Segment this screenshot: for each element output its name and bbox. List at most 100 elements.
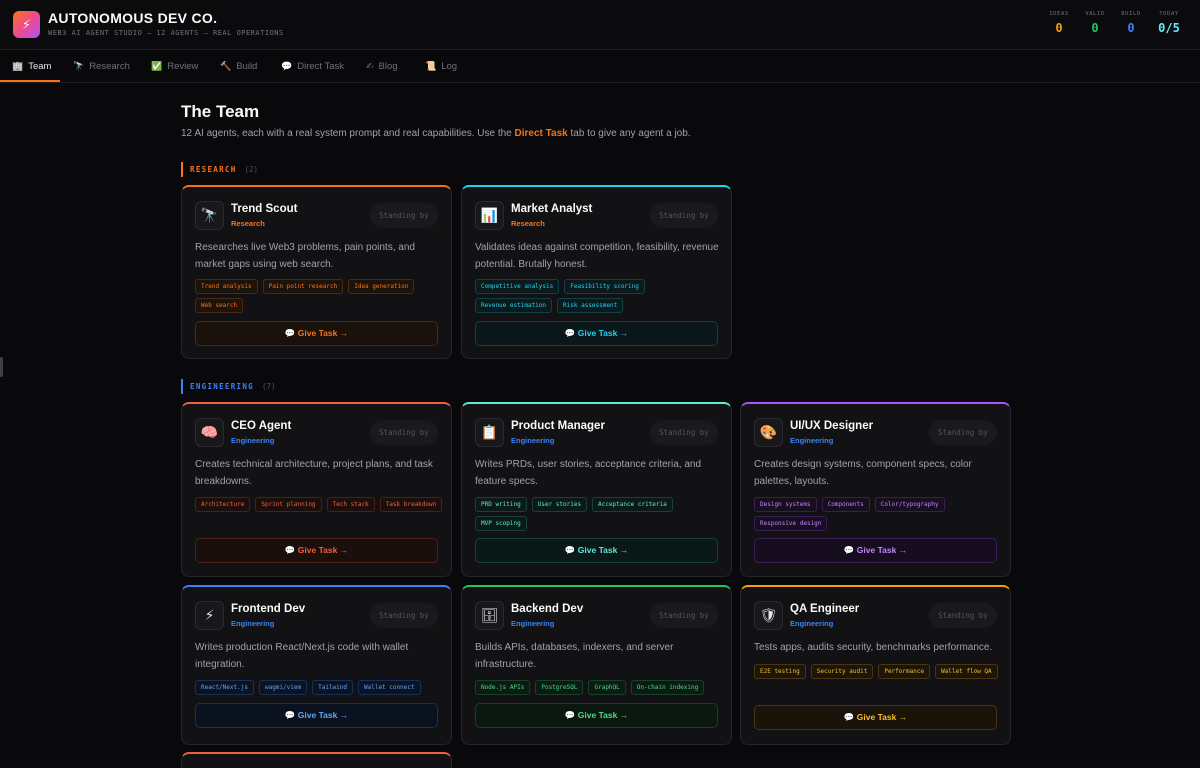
skill-tag: Acceptance criteria [592, 497, 673, 512]
agent-category: Engineering [790, 619, 834, 628]
skill-tag: MVP scoping [475, 516, 527, 531]
agent-category: Engineering [231, 436, 275, 445]
agent-name: Market Analyst [511, 203, 593, 215]
agent-card-frontend-dev: ⚡ Frontend Dev Engineering Standing by W… [181, 585, 452, 745]
skill-tag: Feasibility scoring [564, 279, 645, 294]
skill-tag: Web search [195, 298, 244, 313]
section-header-engineering: ENGINEERING (7) [181, 379, 276, 394]
skill-tags: E2E testing Security audit Performance W… [754, 664, 1002, 679]
stat-value: 0 [1127, 21, 1135, 35]
telescope-icon: 🔭 [195, 201, 224, 230]
skill-tag: wagmi/viem [258, 680, 308, 695]
give-task-button[interactable]: 💬 Give Task → [195, 538, 438, 563]
agent-description: Creates technical architecture, project … [195, 459, 433, 487]
tab-label: Log [441, 60, 458, 72]
status-badge: Standing by [650, 420, 718, 445]
description-text: tab to give any agent a job. [567, 128, 691, 139]
tab-build[interactable]: 🔨 Build [220, 50, 257, 82]
agent-card-qa-engineer: 🛡 QA Engineer Engineering Standing by Te… [740, 585, 1011, 745]
app-header: ⚡ AUTONOMOUS DEV CO. WEB3 AI AGENT STUDI… [0, 0, 1200, 50]
agent-card-backend-dev: 🗄 Backend Dev Engineering Standing by Bu… [461, 585, 732, 745]
skill-tag: Architecture [195, 497, 251, 512]
skill-tag: User stories [531, 497, 588, 512]
agent-description: Builds APIs, databases, indexers, and se… [475, 642, 674, 670]
skill-tag: PRD writing [475, 497, 527, 512]
tab-review[interactable]: ✅ Review [151, 50, 198, 82]
tab-label: Build [236, 60, 258, 72]
skill-tag: Node.js APIs [475, 680, 531, 695]
give-task-button[interactable]: 💬 Give Task → [195, 321, 438, 346]
agent-description: Writes production React/Next.js code wit… [195, 642, 409, 670]
skill-tags: Architecture Sprint planning Tech stack … [195, 497, 443, 512]
tab-blog[interactable]: ✍ Blog [366, 50, 398, 82]
skill-tag: On-chain indexing [630, 680, 705, 695]
agent-name: Frontend Dev [231, 603, 306, 615]
description-text: 12 AI agents, each with a real system pr… [181, 128, 515, 139]
sidebar-drag-handle[interactable] [0, 357, 3, 377]
skill-tag: Revenue estimation [475, 298, 553, 313]
agent-description: Creates design systems, component specs,… [754, 459, 972, 487]
skill-tag: Wallet flow QA [935, 664, 998, 679]
page-title: The Team [181, 102, 260, 121]
tab-label: Team [28, 60, 52, 72]
agent-card-trend-scout: 🔭 Trend Scout Research Standing by Resea… [181, 185, 452, 359]
agent-category: Research [511, 219, 545, 228]
tab-label: Direct Task [297, 60, 345, 72]
agent-name: Trend Scout [231, 203, 298, 215]
skill-tags: Competitive analysis Feasibility scoring… [475, 279, 723, 313]
stat-value: 0 [1055, 21, 1063, 35]
give-task-button[interactable]: 💬 Give Task → [754, 705, 997, 730]
building-icon: 🏢 [12, 60, 24, 71]
skill-tags: Node.js APIs PostgreSQL GraphQL On-chain… [475, 680, 723, 695]
direct-task-link[interactable]: Direct Task [515, 128, 568, 139]
skill-tags: React/Next.js wagmi/viem Tailwind Wallet… [195, 680, 443, 695]
skill-tag: E2E testing [754, 664, 806, 679]
tab-direct-task[interactable]: 💬 Direct Task [281, 50, 344, 82]
app-title: AUTONOMOUS DEV CO. [48, 10, 218, 26]
skill-tag: GraphQL [588, 680, 626, 695]
give-task-button[interactable]: 💬 Give Task → [195, 703, 438, 728]
agent-description: Writes PRDs, user stories, acceptance cr… [475, 459, 702, 487]
skill-tag: Risk assessment [557, 298, 624, 313]
status-badge: Standing by [370, 203, 438, 228]
bar-chart-icon: 📊 [475, 201, 504, 230]
status-badge: Standing by [650, 203, 718, 228]
give-task-button[interactable]: 💬 Give Task → [475, 703, 718, 728]
tab-bar: 🏢 Team 🔭 Research ✅ Review 🔨 Build 💬 Dir… [0, 50, 1200, 83]
speech-bubble-icon: 💬 [281, 60, 293, 71]
clipboard-icon: 📋 [475, 418, 504, 447]
skill-tag: Tailwind [312, 680, 353, 695]
status-badge: Standing by [650, 603, 718, 628]
lightning-icon: ⚡ [195, 601, 224, 630]
skill-tag: Security audit [810, 664, 874, 679]
section-label: RESEARCH [190, 165, 237, 174]
give-task-button[interactable]: 💬 Give Task → [754, 538, 997, 563]
skill-tag: Performance [878, 664, 931, 679]
give-task-button[interactable]: 💬 Give Task → [475, 538, 718, 563]
skill-tag: Competitive analysis [475, 279, 560, 294]
give-task-button[interactable]: 💬 Give Task → [475, 321, 718, 346]
status-badge: Standing by [929, 420, 997, 445]
agent-name: QA Engineer [790, 603, 860, 615]
tab-team[interactable]: 🏢 Team [12, 50, 51, 82]
agent-description: Validates ideas against competition, fea… [475, 242, 719, 270]
shield-icon: 🛡 [754, 601, 783, 630]
stat-build: BUILD 0 [1120, 11, 1142, 35]
skill-tag: Tech stack [326, 497, 375, 512]
skill-tags: PRD writing User stories Acceptance crit… [475, 497, 723, 531]
skill-tag: PostgreSQL [535, 680, 584, 695]
brain-icon: 🧠 [195, 418, 224, 447]
section-header-research: RESEARCH (2) [181, 162, 258, 177]
skill-tag: Sprint planning [255, 497, 322, 512]
agent-card-partial [181, 752, 452, 768]
status-badge: Standing by [370, 420, 438, 445]
agent-category: Research [231, 219, 265, 228]
skill-tag: Design systems [754, 497, 817, 512]
skill-tags: Design systems Components Color/typograp… [754, 497, 1002, 531]
agent-name: UI/UX Designer [790, 420, 874, 432]
tab-research[interactable]: 🔭 Research [73, 50, 130, 82]
agent-card-ui-ux-designer: 🎨 UI/UX Designer Engineering Standing by… [740, 402, 1011, 577]
tab-log[interactable]: 📜 Log [425, 50, 457, 82]
skill-tag: Color/typography [874, 497, 945, 512]
agent-name: Backend Dev [511, 603, 584, 615]
